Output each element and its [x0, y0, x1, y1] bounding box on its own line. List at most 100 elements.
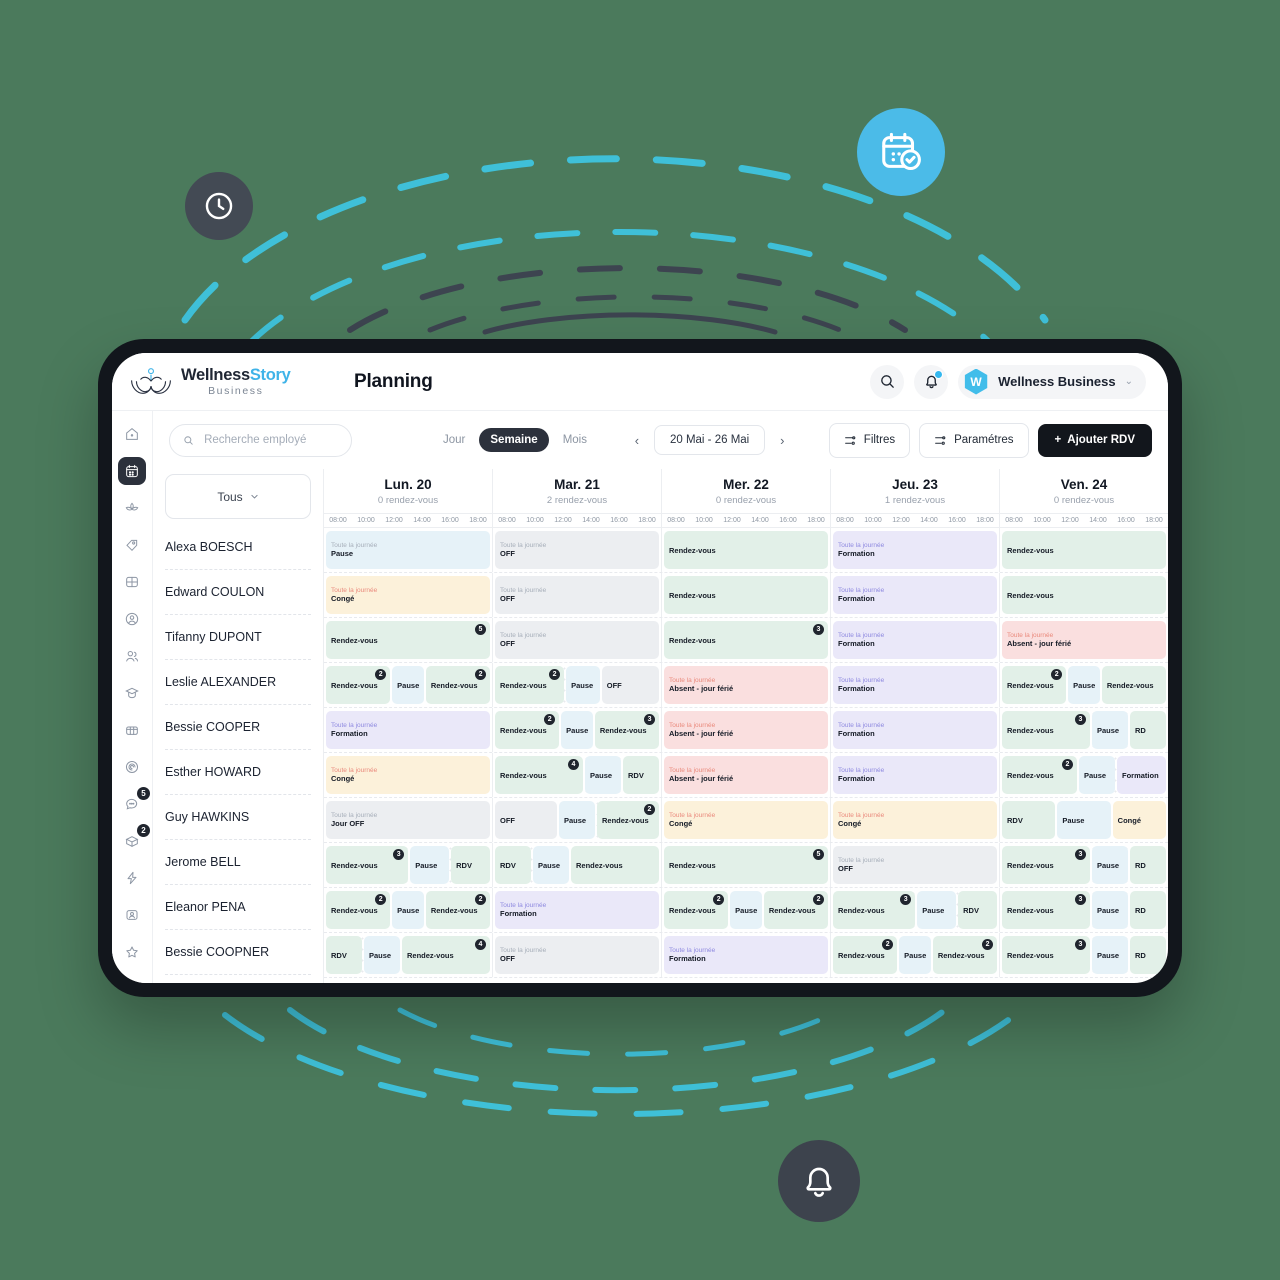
schedule-cell[interactable]: Toute la journée Absent - jour férié — [1000, 618, 1168, 662]
schedule-cell[interactable]: Toute la journée Congé — [662, 798, 831, 842]
schedule-event[interactable]: Pause — [1057, 801, 1111, 839]
schedule-event[interactable]: Toute la journée Formation — [833, 531, 997, 569]
schedule-cell[interactable]: Toute la journée Formation — [493, 888, 662, 932]
search-input[interactable] — [202, 433, 338, 447]
prev-week-button[interactable]: ‹ — [627, 430, 647, 450]
schedule-cell[interactable]: Rendez-vous 3 Pause RD — [1000, 933, 1168, 977]
schedule-cell[interactable]: Toute la journée OFF — [831, 843, 1000, 887]
schedule-event[interactable]: Pause — [392, 666, 424, 704]
schedule-cell[interactable]: Rendez-vous 2 Pause Rendez-vous 2 — [324, 663, 493, 707]
schedule-event[interactable]: Toute la journée Formation — [833, 711, 997, 749]
view-tab-mois[interactable]: Mois — [552, 428, 598, 452]
schedule-cell[interactable]: Rendez-vous 3 Pause RD — [1000, 708, 1168, 752]
rail-item-orders[interactable]: 2 — [118, 824, 150, 855]
schedule-cell[interactable]: OFF Pause Rendez-vous 2 — [493, 798, 662, 842]
rail-item-clients[interactable] — [118, 605, 146, 633]
schedule-cell[interactable]: Rendez-vous — [662, 528, 831, 572]
employee-row[interactable]: Alexa BOESCH — [165, 525, 311, 570]
schedule-event[interactable]: Toute la journée Formation — [326, 711, 490, 749]
schedule-event[interactable]: Toute la journée Congé — [326, 756, 490, 794]
schedule-event[interactable]: Toute la journée OFF — [495, 531, 659, 569]
rail-item-modules[interactable] — [118, 568, 146, 596]
schedule-cell[interactable]: Rendez-vous 3 Pause RD — [1000, 888, 1168, 932]
schedule-event[interactable]: Toute la journée Congé — [833, 801, 997, 839]
rail-item-automation[interactable] — [118, 864, 146, 892]
schedule-event[interactable]: RDV — [1002, 801, 1056, 839]
schedule-event[interactable]: RD — [1130, 936, 1166, 974]
schedule-event[interactable]: Rendez-vous 2 — [763, 891, 829, 929]
schedule-event[interactable]: Toute la journée Formation — [495, 891, 659, 929]
schedule-event[interactable]: Rendez-vous 3 — [1002, 936, 1090, 974]
employee-row[interactable]: Bessie COOPNER — [165, 930, 311, 975]
schedule-cell[interactable]: Rendez-vous 3 Pause RD — [1000, 843, 1168, 887]
schedule-cell[interactable]: Toute la journée Formation — [831, 618, 1000, 662]
schedule-event[interactable]: Rendez-vous 2 — [1002, 756, 1077, 794]
schedule-event[interactable]: Pause — [730, 891, 762, 929]
search-button[interactable] — [870, 364, 905, 399]
schedule-event[interactable]: Pause — [392, 891, 424, 929]
rail-item-profile[interactable] — [118, 901, 146, 929]
schedule-event[interactable]: Toute la journée Congé — [664, 801, 828, 839]
rail-item-home[interactable] — [118, 420, 146, 448]
schedule-event[interactable]: Rendez-vous 3 — [833, 891, 916, 929]
schedule-event[interactable]: RDV — [451, 846, 490, 884]
date-range-display[interactable]: 20 Mai - 26 Mai — [653, 425, 766, 455]
schedule-event[interactable]: Toute la journée Absent - jour férié — [1002, 621, 1166, 659]
schedule-event[interactable]: Pause — [566, 666, 600, 704]
schedule-event[interactable]: Rendez-vous 4 — [402, 936, 490, 974]
schedule-cell[interactable]: Toute la journée Formation — [831, 708, 1000, 752]
brand-logo[interactable]: WellnessStory Business — [130, 366, 340, 398]
schedule-cell[interactable]: Toute la journée Formation — [831, 528, 1000, 572]
filters-button[interactable]: Filtres — [828, 422, 911, 458]
schedule-cell[interactable]: Toute la journée Congé — [324, 573, 493, 617]
schedule-event[interactable]: Rendez-vous 2 — [495, 711, 560, 749]
schedule-cell[interactable]: Toute la journée Formation — [831, 663, 1000, 707]
schedule-cell[interactable]: RDV Pause Rendez-vous 4 — [324, 933, 493, 977]
schedule-cell[interactable]: Toute la journée Absent - jour férié — [662, 663, 831, 707]
schedule-event[interactable]: RDV — [623, 756, 659, 794]
rail-item-store[interactable] — [118, 716, 146, 744]
schedule-event[interactable]: Pause — [1092, 711, 1128, 749]
schedule-event[interactable]: Pause — [1068, 666, 1100, 704]
schedule-event[interactable]: Rendez-vous 3 — [1002, 846, 1090, 884]
schedule-event[interactable]: Rendez-vous 2 — [664, 891, 729, 929]
schedule-event[interactable]: Rendez-vous 2 — [833, 936, 898, 974]
schedule-event[interactable]: Toute la journée Jour OFF — [326, 801, 490, 839]
schedule-cell[interactable]: Toute la journée Absent - jour férié — [662, 708, 831, 752]
schedule-event[interactable]: Pause — [1092, 846, 1128, 884]
schedule-cell[interactable]: Toute la journée Congé — [324, 753, 493, 797]
schedule-event[interactable]: RDV — [495, 846, 531, 884]
schedule-cell[interactable]: Rendez-vous 4 Pause RDV — [493, 753, 662, 797]
schedule-event[interactable]: Toute la journée Absent - jour férié — [664, 756, 828, 794]
schedule-event[interactable]: Rendez-vous 4 — [495, 756, 583, 794]
employee-row[interactable]: Eleanor PENA — [165, 885, 311, 930]
schedule-event[interactable]: Rendez-vous 2 — [597, 801, 659, 839]
schedule-event[interactable]: RD — [1130, 846, 1166, 884]
schedule-event[interactable]: Rendez-vous 2 — [326, 891, 391, 929]
schedule-event[interactable]: Formation — [1117, 756, 1166, 794]
schedule-cell[interactable]: Toute la journée Formation — [662, 933, 831, 977]
schedule-cell[interactable]: Toute la journée OFF — [493, 573, 662, 617]
schedule-cell[interactable]: Toute la journée OFF — [493, 528, 662, 572]
schedule-event[interactable]: Rendez-vous 5 — [664, 846, 828, 884]
schedule-event[interactable]: Toute la journée OFF — [495, 576, 659, 614]
schedule-event[interactable]: Pause — [899, 936, 931, 974]
employee-row[interactable]: Bessie COOPER — [165, 705, 311, 750]
schedule-event[interactable]: OFF — [495, 801, 557, 839]
schedule-event[interactable]: Toute la journée Formation — [833, 666, 997, 704]
schedule-cell[interactable]: Toute la journée Absent - jour férié — [662, 753, 831, 797]
schedule-event[interactable]: Rendez-vous 3 — [594, 711, 660, 749]
rail-item-loyalty[interactable] — [118, 753, 146, 781]
schedule-event[interactable]: Rendez-vous — [664, 531, 828, 569]
schedule-cell[interactable]: RDV Pause Congé — [1000, 798, 1168, 842]
next-week-button[interactable]: › — [772, 430, 792, 450]
schedule-event[interactable]: Rendez-vous 2 — [425, 891, 491, 929]
schedule-event[interactable]: Rendez-vous 3 — [1002, 891, 1090, 929]
schedule-event[interactable]: Pause — [917, 891, 957, 929]
schedule-event[interactable]: Rendez-vous 5 — [326, 621, 490, 659]
schedule-cell[interactable]: Rendez-vous 2 Pause OFF — [493, 663, 662, 707]
schedule-event[interactable]: Rendez-vous 2 — [1002, 666, 1067, 704]
schedule-event[interactable]: Rendez-vous 2 — [495, 666, 565, 704]
schedule-event[interactable]: Pause — [1092, 891, 1128, 929]
schedule-cell[interactable]: Rendez-vous 2 Pause Rendez-vous 2 — [831, 933, 1000, 977]
